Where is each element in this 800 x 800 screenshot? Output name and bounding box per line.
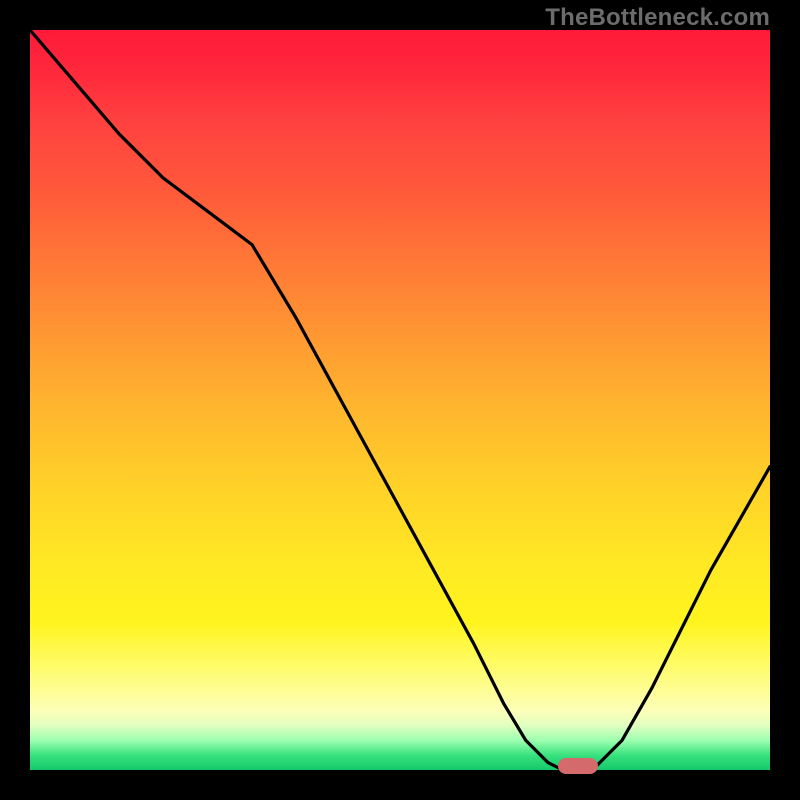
plot-area bbox=[30, 30, 770, 770]
optimum-marker bbox=[558, 758, 598, 774]
chart-frame: TheBottleneck.com bbox=[0, 0, 800, 800]
bottleneck-curve bbox=[30, 30, 770, 770]
curve-path bbox=[30, 30, 770, 770]
watermark-text: TheBottleneck.com bbox=[545, 4, 770, 32]
